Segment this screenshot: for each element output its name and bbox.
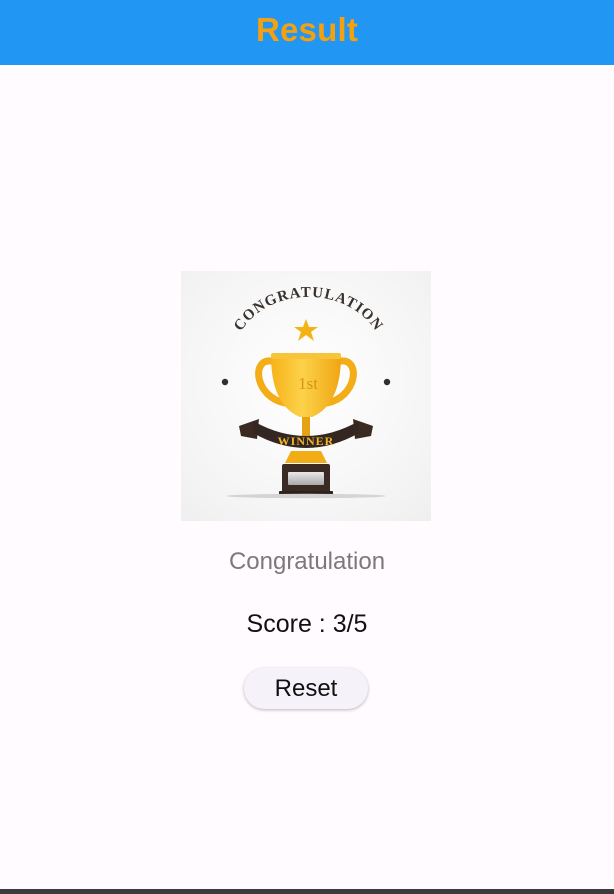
reset-button[interactable]: Reset	[244, 668, 368, 709]
result-screen: Result CONGRATULATION 1st WINNER Congrat…	[0, 0, 614, 894]
trophy-winner-icon: CONGRATULATION 1st WINNER	[181, 271, 431, 521]
app-bar: Result	[0, 0, 614, 65]
ribbon-text: WINNER	[278, 434, 335, 448]
bottom-edge	[0, 889, 614, 894]
reset-button-label: Reset	[274, 674, 338, 702]
score-label: Score : 3/5	[246, 610, 368, 638]
cup-text: 1st	[298, 374, 318, 393]
congratulation-message: Congratulation	[228, 548, 386, 575]
app-bar-title: Result	[255, 10, 359, 48]
